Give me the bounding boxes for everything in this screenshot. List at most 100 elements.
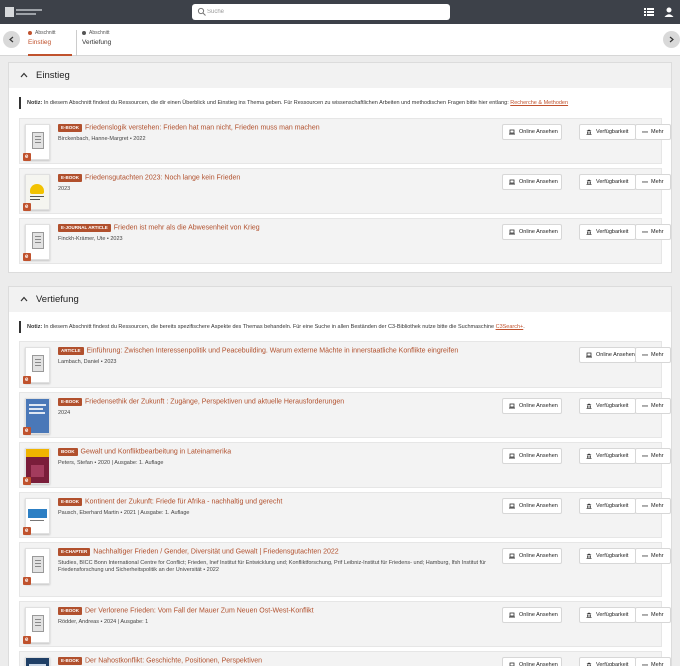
verfuegbarkeit-button[interactable]: Verfügbarkeit: [579, 398, 636, 414]
online-ansehen-button[interactable]: Online Ansehen: [502, 657, 562, 666]
more-button[interactable]: Mehr: [635, 448, 671, 464]
section-note: Notiz: In diesem Abschnitt findest du Re…: [19, 97, 568, 109]
resource-title-link[interactable]: Gewalt und Konfliktbearbeitung in Latein…: [81, 449, 232, 456]
article-icon: [32, 355, 44, 372]
ellipsis-icon: [642, 405, 648, 407]
more-button[interactable]: Mehr: [635, 398, 671, 414]
ellipsis-icon: [642, 555, 648, 557]
book-cover[interactable]: e: [23, 174, 50, 211]
section-header[interactable]: Einstieg: [9, 63, 671, 88]
resource-thumbnail[interactable]: e: [23, 548, 50, 585]
more-button[interactable]: Mehr: [635, 224, 671, 240]
book-cover[interactable]: e: [25, 657, 50, 666]
chevron-right-icon: [669, 36, 674, 43]
resource-meta: Birckenbach, Hanne-Margret • 2022: [58, 136, 146, 142]
verfuegbarkeit-button[interactable]: Verfügbarkeit: [579, 448, 636, 464]
resource-title-link[interactable]: Friedensgutachten 2023: Noch lange kein …: [85, 175, 240, 182]
laptop-icon: [509, 453, 515, 459]
more-button[interactable]: Mehr: [635, 657, 671, 666]
more-button[interactable]: Mehr: [635, 548, 671, 564]
laptop-icon: [509, 129, 515, 135]
next-section-button[interactable]: [663, 31, 680, 48]
resource-type-badge: E-BOOK: [58, 657, 82, 665]
section-einstieg: Einstieg Notiz: In diesem Abschnitt find…: [8, 62, 672, 273]
library-building-icon: [586, 612, 592, 618]
resource-type-badge: ARTICLE: [58, 347, 84, 355]
electronic-badge-icon: e: [23, 477, 31, 485]
resource-title-link[interactable]: Frieden ist mehr als die Abwesenheit von…: [114, 225, 260, 232]
resource-card: e BOOK Gewalt und Konfliktbearbeitung in L…: [19, 442, 671, 488]
online-ansehen-button[interactable]: Online Ansehen: [502, 124, 562, 140]
resource-title-link[interactable]: Friedensethik der Zukunft : Zugänge, Per…: [85, 399, 344, 406]
resource-thumbnail[interactable]: e: [23, 347, 50, 384]
top-bar: [0, 0, 680, 24]
more-button[interactable]: Mehr: [635, 347, 671, 363]
online-ansehen-button[interactable]: Online Ansehen: [502, 448, 562, 464]
resource-title-link[interactable]: Einführung: Zwischen Interessenpolitik u…: [87, 348, 459, 355]
resource-meta: Studies, BICC Bonn International Centre …: [58, 560, 486, 573]
resource-type-badge: E-BOOK: [58, 607, 82, 615]
search-input[interactable]: [207, 6, 445, 18]
online-ansehen-button[interactable]: Online Ansehen: [502, 398, 562, 414]
verfuegbarkeit-button[interactable]: Verfügbarkeit: [579, 174, 636, 190]
online-ansehen-button[interactable]: Online Ansehen: [579, 347, 636, 363]
resource-title-link[interactable]: Kontinent der Zukunft: Friede für Afrika…: [85, 499, 282, 506]
online-ansehen-button[interactable]: Online Ansehen: [502, 548, 562, 564]
prev-section-button[interactable]: [3, 31, 20, 48]
laptop-icon: [509, 662, 515, 666]
electronic-badge-icon: e: [23, 253, 31, 261]
section-header[interactable]: Vertiefung: [9, 287, 671, 312]
verfuegbarkeit-button[interactable]: Verfügbarkeit: [579, 657, 636, 666]
ellipsis-icon: [642, 455, 648, 457]
resource-title-link[interactable]: Der Verlorene Frieden: Vom Fall der Maue…: [85, 608, 314, 615]
online-ansehen-button[interactable]: Online Ansehen: [502, 174, 562, 190]
step-einstieg[interactable]: Abschnitt Einstieg: [28, 30, 72, 56]
online-ansehen-button[interactable]: Online Ansehen: [502, 607, 562, 623]
more-button[interactable]: Mehr: [635, 498, 671, 514]
resource-card: e E-BOOK Friedensgutachten 2023: Noch lang…: [19, 168, 671, 214]
resource-type-badge: E-BOOK: [58, 498, 82, 506]
c3search-link[interactable]: C3Search+: [496, 324, 524, 330]
book-cover[interactable]: e: [23, 448, 50, 485]
resource-type-badge: E-BOOK: [58, 174, 82, 182]
list-icon[interactable]: [643, 6, 655, 18]
ellipsis-icon: [642, 664, 648, 666]
resource-title-link[interactable]: Friedenslogik verstehen: Frieden hat man…: [85, 125, 320, 132]
library-building-icon: [586, 229, 592, 235]
section-note: Notiz: In diesem Abschnitt findest du Re…: [19, 321, 525, 333]
recherche-methoden-link[interactable]: Recherche & Methoden: [510, 100, 568, 106]
online-ansehen-button[interactable]: Online Ansehen: [502, 224, 562, 240]
verfuegbarkeit-button[interactable]: Verfügbarkeit: [579, 124, 636, 140]
ellipsis-icon: [642, 131, 648, 133]
document-icon: [32, 132, 44, 149]
resource-title-link[interactable]: Nachhaltiger Frieden / Gender, Diversitä…: [93, 549, 338, 556]
more-button[interactable]: Mehr: [635, 174, 671, 190]
document-icon: [32, 615, 44, 632]
online-ansehen-button[interactable]: Online Ansehen: [502, 498, 562, 514]
laptop-icon: [509, 179, 515, 185]
more-button[interactable]: Mehr: [635, 607, 671, 623]
resource-thumbnail[interactable]: e: [23, 224, 50, 261]
user-icon[interactable]: [663, 6, 675, 18]
verfuegbarkeit-button[interactable]: Verfügbarkeit: [579, 548, 636, 564]
step-label: Vertiefung: [82, 39, 112, 46]
electronic-badge-icon: e: [23, 203, 31, 211]
verfuegbarkeit-button[interactable]: Verfügbarkeit: [579, 224, 636, 240]
resource-type-badge: E-JOURNAL ARTICLE: [58, 224, 111, 232]
verfuegbarkeit-button[interactable]: Verfügbarkeit: [579, 498, 636, 514]
section-stepper: Abschnitt Einstieg Abschnitt Vertiefung: [0, 24, 680, 56]
electronic-badge-icon: e: [23, 636, 31, 644]
resource-thumbnail[interactable]: e: [23, 607, 50, 644]
more-button[interactable]: Mehr: [635, 124, 671, 140]
resource-title-link[interactable]: Der Nahostkonflikt: Geschichte, Position…: [85, 658, 262, 665]
verfuegbarkeit-button[interactable]: Verfügbarkeit: [579, 607, 636, 623]
resource-thumbnail[interactable]: e: [23, 124, 50, 161]
step-vertiefung[interactable]: Abschnitt Vertiefung: [76, 30, 136, 56]
library-building-icon: [586, 503, 592, 509]
resource-type-badge: E-BOOK: [58, 398, 82, 406]
laptop-icon: [509, 612, 515, 618]
document-icon: [32, 556, 44, 573]
library-logo[interactable]: [5, 7, 43, 17]
book-cover[interactable]: e: [23, 398, 50, 435]
book-cover[interactable]: e: [23, 498, 50, 535]
